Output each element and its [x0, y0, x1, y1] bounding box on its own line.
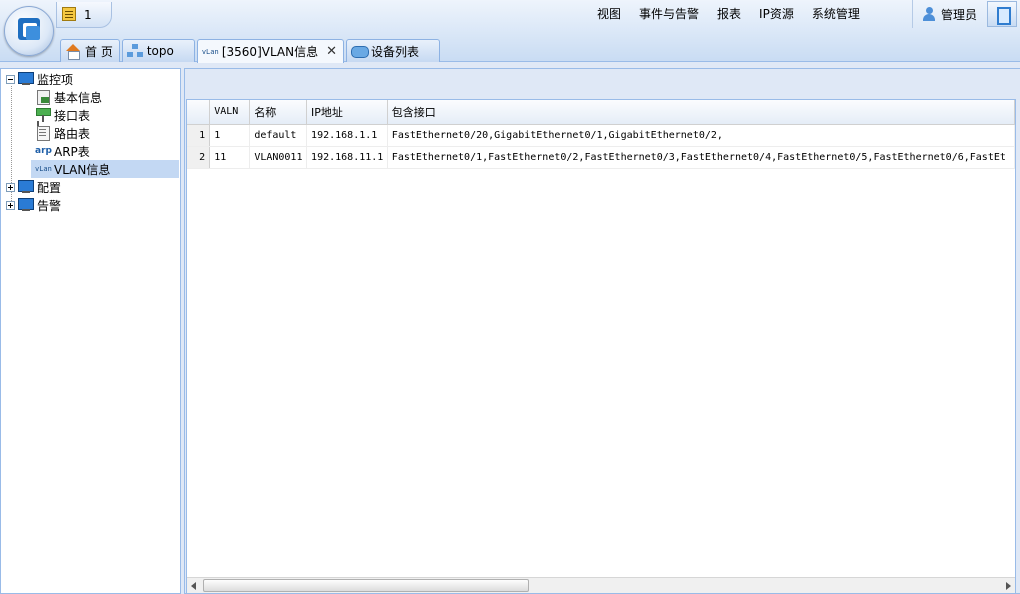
menu-item-view[interactable]: 视图: [588, 0, 630, 28]
arp-icon: arp: [35, 146, 52, 156]
user-label: 管理员: [941, 7, 978, 22]
route-table-icon: [35, 125, 51, 141]
notification-count: 1: [84, 8, 92, 22]
app-logo-icon[interactable]: [4, 6, 54, 56]
column-header-ports[interactable]: 包含接口: [387, 100, 1015, 125]
tree-item-route-table[interactable]: 路由表: [35, 124, 90, 142]
expand-icon[interactable]: [6, 200, 15, 210]
menu-item-events-alarms[interactable]: 事件与告警: [630, 0, 708, 28]
tab-bar: 首 页 topo vLan [3560]VLAN信息 ✕ 设备列表: [60, 39, 442, 63]
horizontal-scrollbar[interactable]: [187, 577, 1015, 593]
main-menu: 视图 事件与告警 报表 IP资源 系统管理: [588, 0, 869, 28]
tree-node-monitor[interactable]: 监控项: [6, 70, 73, 88]
tree-label: 监控项: [37, 72, 74, 87]
cell-vlan: 1: [209, 124, 251, 147]
user-icon: [923, 7, 935, 21]
tab-topo[interactable]: topo: [121, 39, 195, 62]
monitor-icon: [18, 72, 34, 86]
cell-ports: FastEthernet0/20,GigabitEthernet0/1,Giga…: [387, 124, 1015, 147]
menu-item-ip-resources[interactable]: IP资源: [750, 0, 803, 28]
table-row[interactable]: 1 1 default 192.168.1.1 FastEthernet0/20…: [187, 124, 1015, 147]
tab-label: 首 页: [85, 44, 113, 59]
cell-name: VLAN0011: [249, 146, 308, 169]
tree-label: 告警: [37, 198, 62, 213]
cell-vlan: 11: [209, 146, 251, 169]
cell-ip: 192.168.11.1: [306, 146, 388, 169]
cell-ip: 192.168.1.1: [306, 124, 388, 147]
tree-label: ARP表: [54, 144, 90, 159]
tree-item-vlan-info[interactable]: vLan VLAN信息: [31, 160, 179, 178]
logout-button[interactable]: [987, 1, 1017, 27]
menu-item-system-management[interactable]: 系统管理: [803, 0, 869, 28]
navigation-tree: 监控项 基本信息 接口表 路由表 arp ARP表 vLan VLAN信息 配置…: [0, 68, 181, 594]
tree-label: 配置: [37, 180, 62, 195]
config-icon: [18, 180, 34, 194]
basic-info-icon: [35, 89, 51, 105]
notification-icon: [62, 7, 76, 21]
tree-label: 基本信息: [54, 90, 103, 105]
notification-button[interactable]: 1: [56, 2, 112, 28]
tree-item-interface-table[interactable]: 接口表: [35, 106, 90, 124]
tree-label: 路由表: [54, 126, 91, 141]
table-header-row: VALN 名称 IP地址 包含接口: [187, 100, 1015, 125]
tree-item-basic-info[interactable]: 基本信息: [35, 88, 102, 106]
column-header-ip[interactable]: IP地址: [306, 100, 388, 125]
vlan-table: VALN 名称 IP地址 包含接口 1 1 default 192.168.1.…: [187, 100, 1015, 169]
tree-node-alarm[interactable]: 告警: [6, 196, 61, 214]
cell-name: default: [249, 124, 308, 147]
cell-ports: FastEthernet0/1,FastEthernet0/2,FastEthe…: [387, 146, 1015, 169]
table-row[interactable]: 2 11 VLAN0011 192.168.11.1 FastEthernet0…: [187, 146, 1015, 169]
scroll-left-icon[interactable]: [189, 581, 199, 591]
vlan-grid: VALN 名称 IP地址 包含接口 1 1 default 192.168.1.…: [186, 99, 1016, 594]
topology-icon: [127, 44, 143, 58]
interface-icon: [35, 107, 51, 123]
tab-label: [3560]VLAN信息: [221, 45, 319, 59]
tree-item-arp-table[interactable]: arp ARP表: [35, 142, 90, 160]
home-icon: [65, 44, 81, 60]
column-header-vlan[interactable]: VALN: [209, 100, 251, 125]
row-number: 1: [187, 124, 211, 147]
menu-item-reports[interactable]: 报表: [708, 0, 750, 28]
column-header-name[interactable]: 名称: [249, 100, 308, 125]
user-menu[interactable]: 管理员: [912, 0, 984, 28]
tab-device-list[interactable]: 设备列表: [346, 39, 441, 62]
tree-label: 接口表: [54, 108, 91, 123]
tab-label: 设备列表: [371, 44, 420, 59]
rownum-header: [187, 100, 211, 125]
close-icon[interactable]: ✕: [326, 44, 337, 59]
collapse-icon[interactable]: [6, 74, 15, 84]
tab-home[interactable]: 首 页: [60, 39, 120, 62]
row-number: 2: [187, 146, 211, 169]
tab-label: topo: [146, 44, 174, 58]
tab-vlan-info[interactable]: vLan [3560]VLAN信息 ✕: [196, 39, 345, 63]
expand-icon[interactable]: [6, 182, 15, 192]
tree-label: VLAN信息: [54, 162, 111, 177]
device-list-icon: [351, 44, 370, 58]
tree-node-config[interactable]: 配置: [6, 178, 61, 196]
alarm-icon: [18, 198, 34, 212]
vlan-icon: vLan: [201, 47, 219, 56]
scroll-thumb[interactable]: [203, 579, 529, 592]
scroll-right-icon[interactable]: [1003, 581, 1013, 591]
vlan-icon: vLan: [35, 165, 52, 173]
